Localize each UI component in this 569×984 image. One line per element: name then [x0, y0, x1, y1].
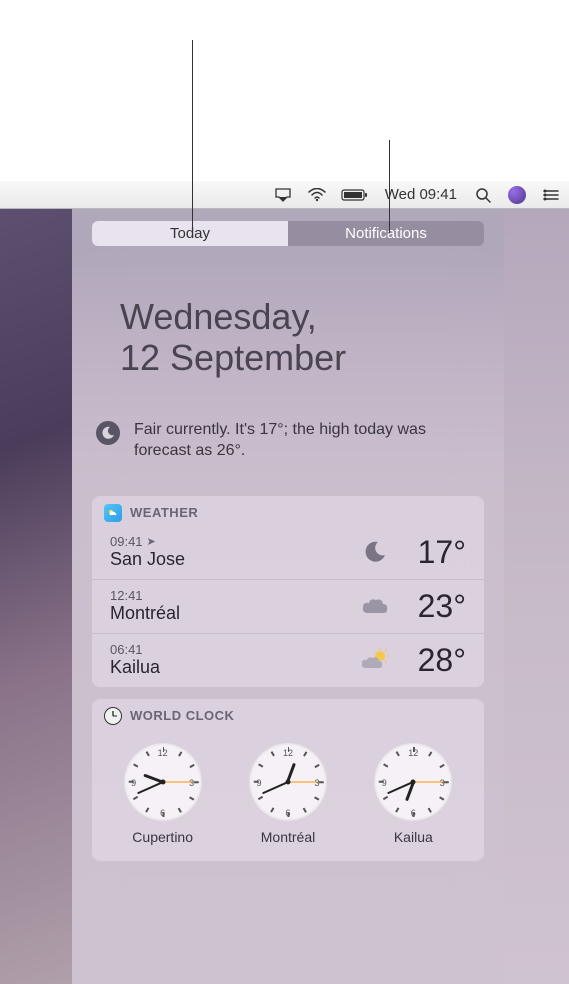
weather-location-temp: 17° [392, 534, 466, 571]
clock-app-icon [104, 707, 122, 725]
clock-face: 12369 [249, 743, 327, 821]
clocks-row: 12369 Cupertino 12369 Montréal 12369 Kailua [92, 729, 484, 861]
weather-location-time: 09:41➤ [110, 534, 358, 549]
notification-center-icon[interactable] [541, 185, 561, 205]
siri-icon[interactable] [507, 185, 527, 205]
today-notifications-tabs: Today Notifications [92, 221, 484, 246]
world-clock-widget-title: WORLD CLOCK [130, 708, 234, 723]
weather-location-temp: 28° [392, 642, 466, 679]
battery-icon[interactable] [341, 185, 369, 205]
airplay-icon[interactable] [273, 185, 293, 205]
weather-condition-icon [358, 595, 392, 617]
callout-line-notifications [389, 140, 390, 233]
world-clock-widget[interactable]: WORLD CLOCK 12369Cupertino12369Montréal1… [92, 699, 484, 861]
clock-city-label: Cupertino [132, 829, 193, 845]
weather-location-city: Kailua [110, 657, 358, 678]
weather-app-icon [104, 504, 122, 522]
callout-line-today [192, 40, 193, 233]
tab-notifications[interactable]: Notifications [288, 221, 484, 246]
weather-condition-icon [358, 648, 392, 672]
menubar: Wed 09:41 [0, 181, 569, 209]
desktop: Wed 09:41 Today Notifications Wednesday,… [0, 181, 569, 984]
weather-location-time: 12:41 [110, 588, 358, 603]
tab-today[interactable]: Today [92, 221, 288, 246]
spotlight-icon[interactable] [473, 185, 493, 205]
weather-summary-text: Fair currently. It's 17°; the high today… [134, 419, 480, 462]
weather-location-row[interactable]: 09:41➤San Jose 17° [92, 526, 484, 579]
desktop-background-right [504, 209, 569, 984]
date-line-1: Wednesday, [120, 296, 484, 337]
today-date-header: Wednesday, 12 September [92, 296, 484, 379]
weather-location-row[interactable]: 12:41Montréal 23° [92, 579, 484, 633]
desktop-background-left [0, 209, 72, 984]
weather-widget-title: WEATHER [130, 505, 198, 520]
notification-center-panel: Today Notifications Wednesday, 12 Septem… [72, 209, 504, 984]
location-arrow-icon: ➤ [147, 535, 156, 548]
weather-location-city: Montréal [110, 603, 358, 624]
world-clock-widget-header: WORLD CLOCK [92, 699, 484, 729]
clock-face: 12369 [374, 743, 452, 821]
clock-city-label: Montréal [261, 829, 315, 845]
clock-city-label: Kailua [394, 829, 433, 845]
weather-location-row[interactable]: 06:41Kailua 28° [92, 633, 484, 687]
world-clock-item[interactable]: 12369 Cupertino [124, 743, 202, 845]
moon-icon [96, 421, 120, 445]
world-clock-item[interactable]: 12369 Kailua [374, 743, 452, 845]
weather-location-city: San Jose [110, 549, 358, 570]
weather-condition-icon [358, 539, 392, 565]
world-clock-item[interactable]: 12369 Montréal [249, 743, 327, 845]
menubar-datetime[interactable]: Wed 09:41 [383, 186, 459, 203]
weather-location-time: 06:41 [110, 642, 358, 657]
weather-widget-header: WEATHER [92, 496, 484, 526]
weather-widget[interactable]: WEATHER 09:41➤San Jose 17° 12:41Montréal 23… [92, 496, 484, 687]
clock-face: 12369 [124, 743, 202, 821]
wifi-icon[interactable] [307, 185, 327, 205]
weather-location-temp: 23° [392, 588, 466, 625]
weather-summary-row: Fair currently. It's 17°; the high today… [92, 419, 484, 462]
date-line-2: 12 September [120, 337, 484, 378]
